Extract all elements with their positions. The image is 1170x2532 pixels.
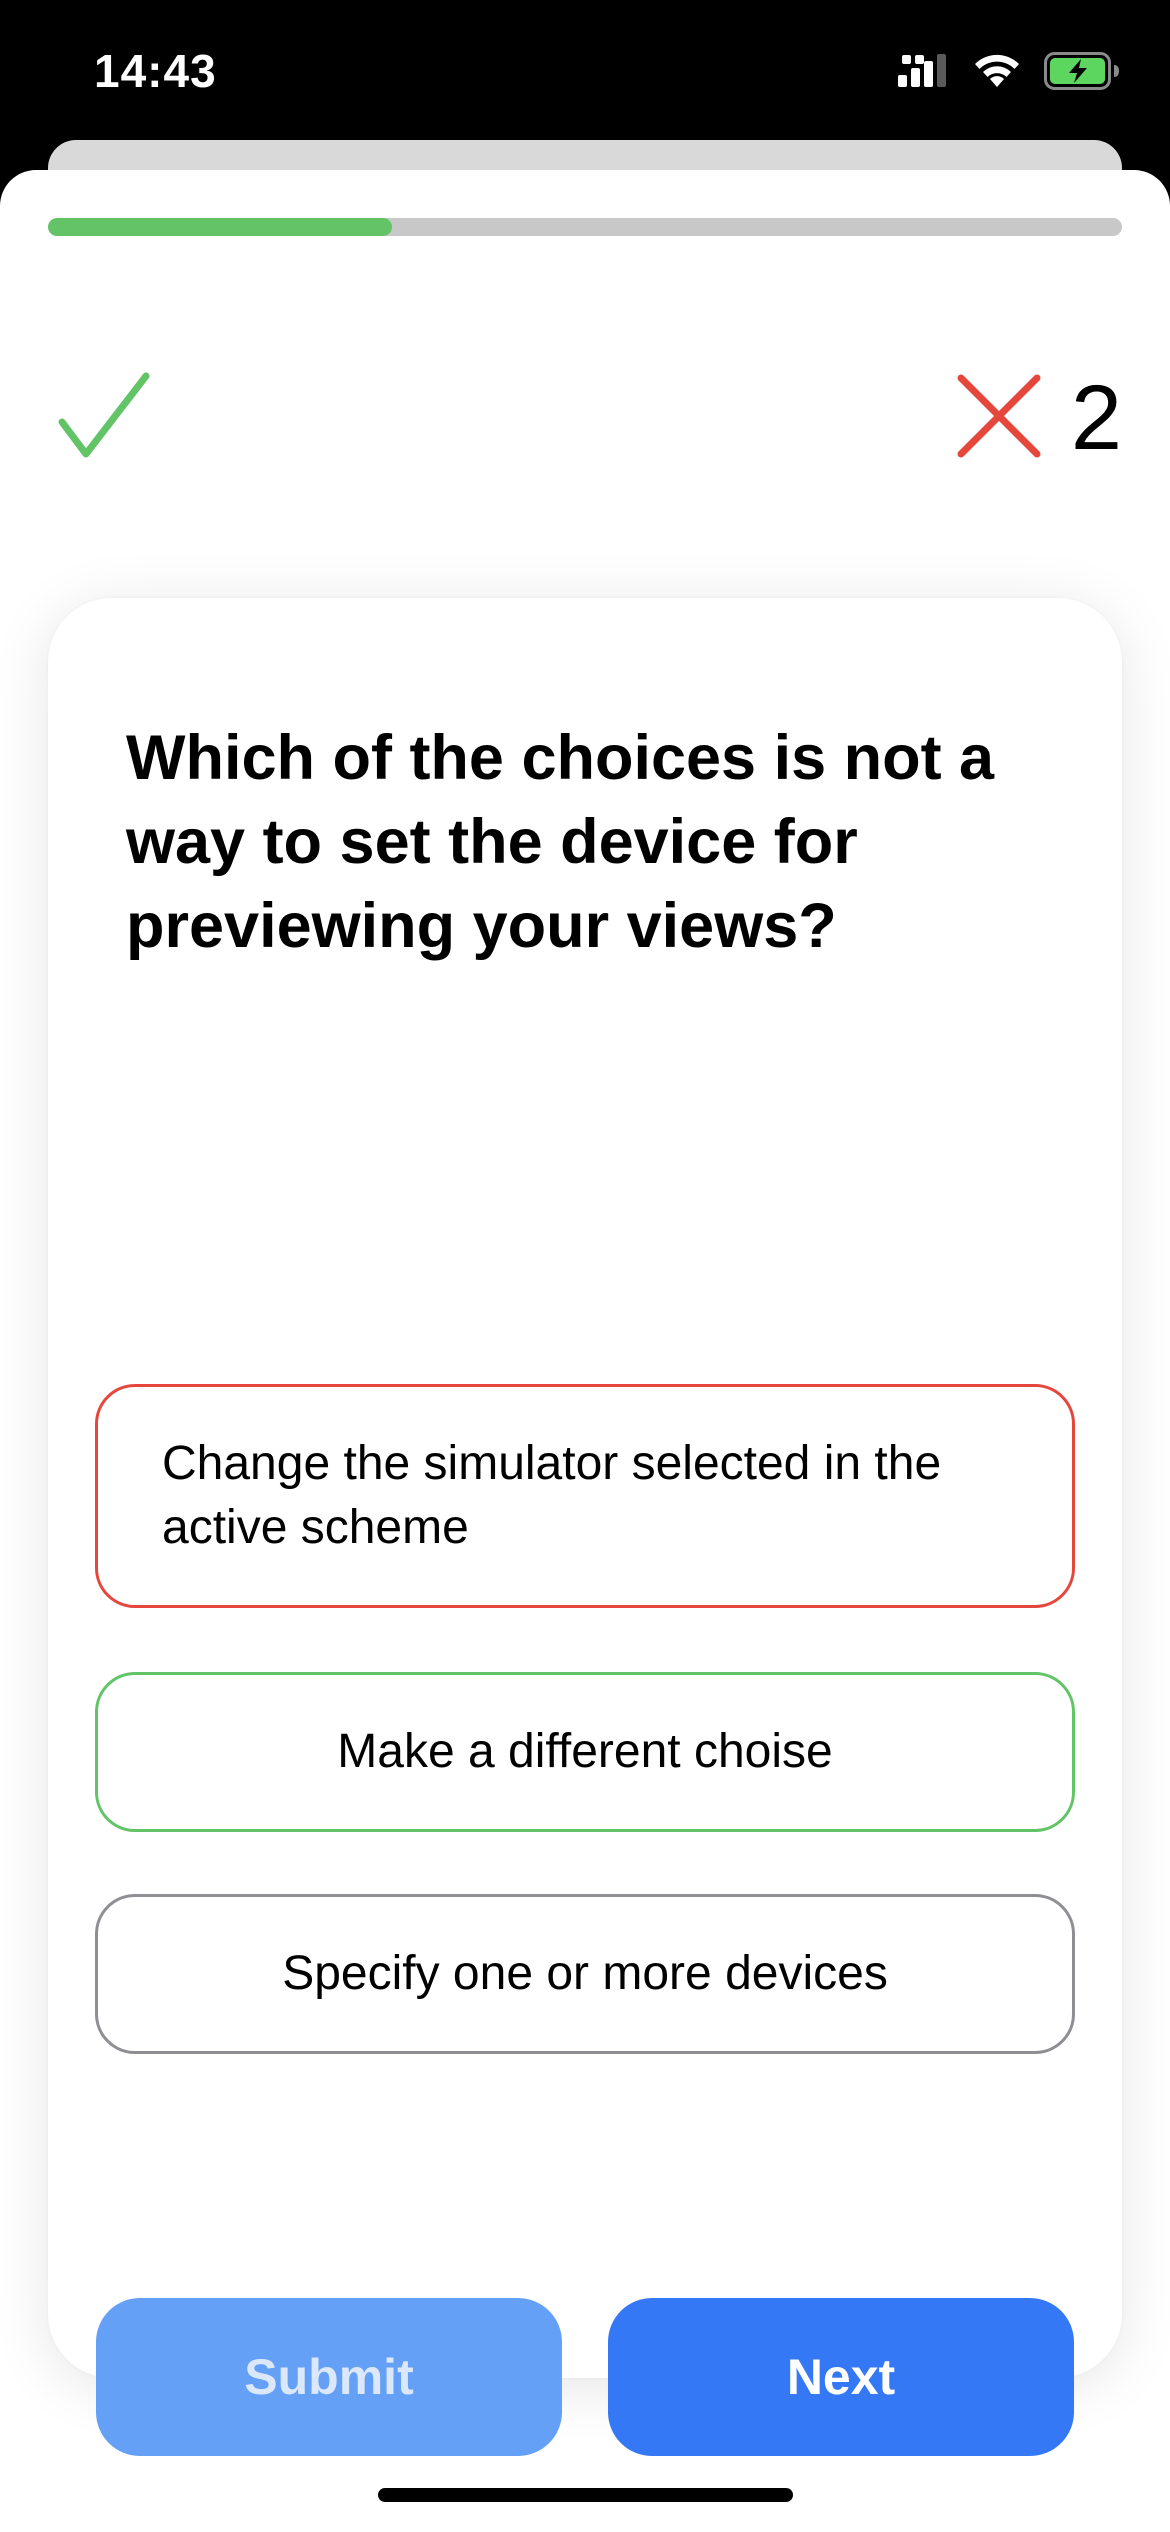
quiz-sheet: 2 Which of the choices is not a way to s… (0, 170, 1170, 2532)
home-indicator (378, 2488, 793, 2502)
question-card: Which of the choices is not a way to set… (48, 598, 1122, 2456)
answer-option-label: Specify one or more devices (282, 1947, 888, 2000)
battery-charging-icon (1044, 52, 1120, 95)
answer-option-label: Change the simulator selected in the act… (162, 1437, 942, 1554)
x-mark-icon (957, 374, 1041, 463)
cellular-signal-icon (898, 53, 950, 94)
wifi-icon (972, 53, 1022, 94)
answer-option[interactable]: Change the simulator selected in the act… (95, 1384, 1075, 1608)
submit-button[interactable]: Submit (96, 2298, 562, 2456)
next-button[interactable]: Next (608, 2298, 1074, 2456)
question-text: Which of the choices is not a way to set… (126, 723, 995, 961)
checkmark-icon (56, 370, 152, 466)
status-bar: 14:43 (0, 0, 1170, 140)
status-icons (898, 52, 1120, 95)
status-time: 14:43 (94, 45, 217, 97)
wrong-count: 2 (1070, 367, 1122, 469)
progress-bar-fill (48, 218, 392, 236)
progress-bar (48, 218, 1122, 236)
answer-option-label: Make a different choise (337, 1725, 833, 1778)
answer-option[interactable]: Make a different choise (95, 1672, 1075, 1832)
answer-option[interactable]: Specify one or more devices (95, 1894, 1075, 2054)
wrong-answers-counter: 2 (957, 370, 1122, 466)
